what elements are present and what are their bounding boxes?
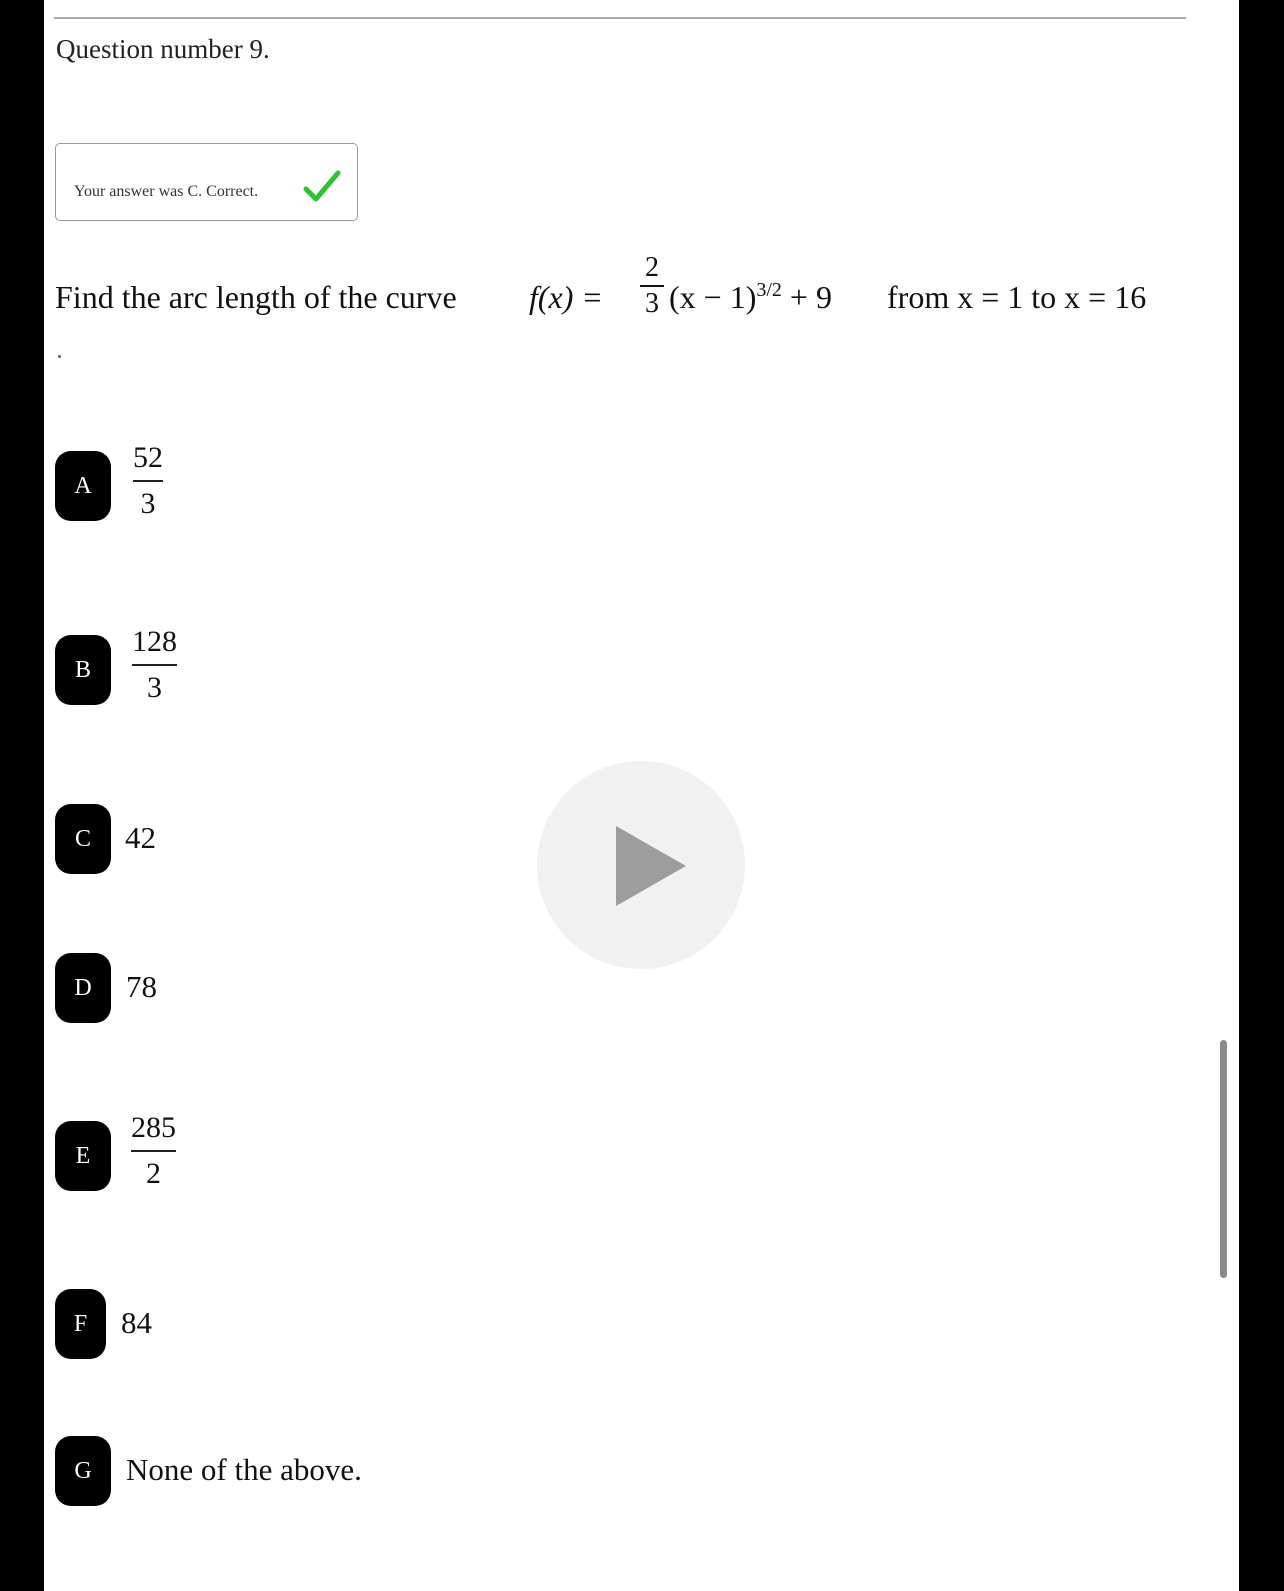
quiz-page: Question number 9. Your answer was C. Co… [44,0,1239,1591]
option-d-badge[interactable]: D [55,953,111,1023]
function-exponent: 3/2 [756,279,782,301]
option-b-fraction: 128 3 [132,623,177,707]
function-base: (x − 1) [669,279,757,315]
fraction-bar [132,664,177,666]
video-play-button[interactable] [537,761,745,969]
feedback-text: Your answer was C. Correct. [74,183,259,200]
fraction-bar [131,1150,176,1152]
function-coefficient: 2 3 [640,253,664,319]
option-a-denominator: 3 [140,487,156,520]
top-divider [54,17,1186,19]
play-icon [616,826,686,906]
fraction-bar [640,285,664,287]
option-b-denominator: 3 [147,671,162,704]
coefficient-numerator: 2 [645,252,659,283]
option-g-value: None of the above. [126,1452,362,1487]
option-b-numerator: 128 [132,625,177,658]
function-constant: + 9 [789,279,832,315]
question-prompt: Find the arc length of the curve [55,279,457,315]
option-e-badge[interactable]: E [55,1121,111,1191]
option-a-badge[interactable]: A [55,451,111,521]
function-lhs: f(x) = [529,279,603,315]
question-range: from x = 1 to x = 16 [887,279,1147,315]
option-a-fraction: 52 3 [133,439,163,523]
option-b-badge[interactable]: B [55,635,111,705]
question-text: Find the arc length of the curve f(x) = … [55,253,1235,333]
answer-feedback-box: Your answer was C. Correct. [55,143,358,221]
coefficient-denominator: 3 [645,288,659,319]
fraction-bar [133,480,163,482]
question-number: Question number 9. [56,34,270,64]
option-d-value: 78 [126,969,157,1004]
option-c-badge[interactable]: C [55,804,111,874]
option-f-badge[interactable]: F [55,1289,106,1359]
scrollbar-thumb[interactable] [1220,1040,1227,1278]
stray-dot [58,355,61,358]
option-c-value: 42 [125,820,156,855]
option-f-value: 84 [121,1305,152,1340]
option-e-denominator: 2 [146,1157,161,1190]
option-g-badge[interactable]: G [55,1436,111,1506]
checkmark-icon [303,170,341,202]
option-e-numerator: 285 [131,1111,176,1144]
option-e-fraction: 285 2 [131,1109,176,1193]
function-body: (x − 1)3/2 + 9 [669,279,832,316]
option-a-numerator: 52 [133,441,163,474]
